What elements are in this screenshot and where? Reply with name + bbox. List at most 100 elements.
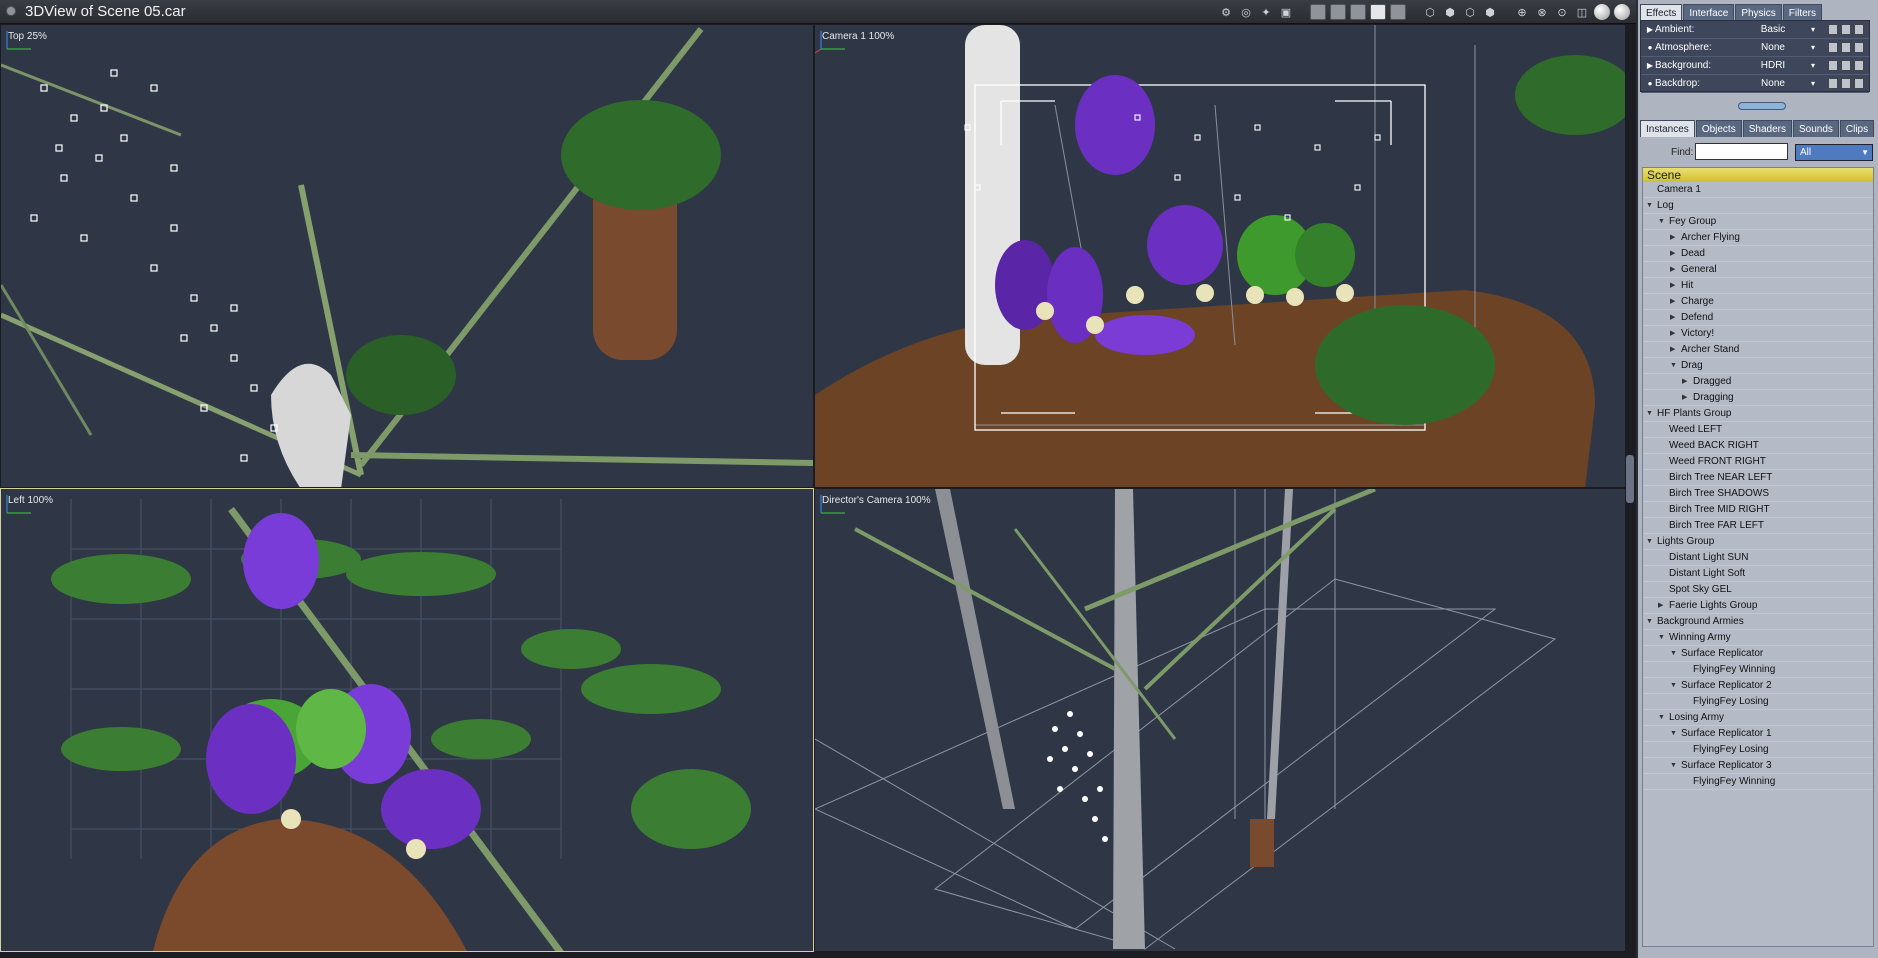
tree-item[interactable]: ▶ Archer Stand bbox=[1643, 342, 1873, 358]
close-icon[interactable] bbox=[6, 6, 16, 16]
effect-row-atmosphere[interactable]: ● Atmosphere: None ▾ bbox=[1641, 39, 1869, 57]
expand-triangle-icon[interactable]: ▶ bbox=[1670, 326, 1675, 342]
collapse-triangle-icon[interactable]: ▼ bbox=[1646, 614, 1653, 630]
expand-triangle-icon[interactable]: ▶ bbox=[1682, 390, 1687, 406]
camera-icon[interactable]: ◎ bbox=[1238, 4, 1254, 20]
panel-splitter-handle[interactable] bbox=[1738, 102, 1786, 110]
filter-select[interactable]: All ▼ bbox=[1795, 144, 1873, 161]
tree-item[interactable]: ▶ Dead bbox=[1643, 246, 1873, 262]
collapse-triangle-icon[interactable]: ▼ bbox=[1670, 758, 1677, 774]
edit-icon[interactable] bbox=[1828, 42, 1838, 53]
tree-item[interactable]: FlyingFey Losing bbox=[1643, 694, 1873, 710]
collapse-triangle-icon[interactable]: ▼ bbox=[1670, 726, 1677, 742]
layout-5-icon[interactable] bbox=[1390, 4, 1406, 20]
tree-item[interactable]: ▼ Surface Replicator 2 bbox=[1643, 678, 1873, 694]
tree-item[interactable]: Weed BACK RIGHT bbox=[1643, 438, 1873, 454]
delete-icon[interactable] bbox=[1854, 42, 1864, 53]
tab-sounds[interactable]: Sounds bbox=[1792, 120, 1839, 137]
save-icon[interactable] bbox=[1841, 24, 1851, 35]
tree-item[interactable]: Weed LEFT bbox=[1643, 422, 1873, 438]
chevron-down-icon[interactable]: ▾ bbox=[1811, 25, 1825, 34]
tree-item[interactable]: Spot Sky GEL bbox=[1643, 582, 1873, 598]
tree-item[interactable]: Weed FRONT RIGHT bbox=[1643, 454, 1873, 470]
tree-item[interactable]: ▶ Dragged bbox=[1643, 374, 1873, 390]
tree-item[interactable]: FlyingFey Winning bbox=[1643, 662, 1873, 678]
collapse-triangle-icon[interactable]: ▼ bbox=[1658, 630, 1665, 646]
tree-item[interactable]: ▶ Defend bbox=[1643, 310, 1873, 326]
tree-root-scene[interactable]: Scene bbox=[1643, 168, 1873, 182]
tree-item[interactable]: ▼ Log bbox=[1643, 198, 1873, 214]
tree-item[interactable]: ▶ Charge bbox=[1643, 294, 1873, 310]
tree-item[interactable]: ▼ Fey Group bbox=[1643, 214, 1873, 230]
layout-4-icon[interactable] bbox=[1370, 4, 1386, 20]
tree-item[interactable]: ▼ Winning Army bbox=[1643, 630, 1873, 646]
viewport-top[interactable]: Top 25% bbox=[0, 24, 814, 488]
tree-item[interactable]: ▶ Archer Flying bbox=[1643, 230, 1873, 246]
delete-icon[interactable] bbox=[1854, 78, 1864, 89]
tree-item[interactable]: ▼ Losing Army bbox=[1643, 710, 1873, 726]
expand-triangle-icon[interactable]: ▶ bbox=[1670, 278, 1675, 294]
tree-item[interactable]: Birch Tree SHADOWS bbox=[1643, 486, 1873, 502]
collapse-triangle-icon[interactable]: ▼ bbox=[1646, 534, 1653, 550]
collapse-triangle-icon[interactable]: ▼ bbox=[1646, 198, 1653, 214]
tree-item[interactable]: ▼ Surface Replicator 3 bbox=[1643, 758, 1873, 774]
tree-item[interactable]: ▶ Dragging bbox=[1643, 390, 1873, 406]
tab-instances[interactable]: Instances bbox=[1640, 120, 1695, 137]
collapse-triangle-icon[interactable]: ▼ bbox=[1658, 214, 1665, 230]
rotate-icon[interactable]: ⊗ bbox=[1534, 4, 1550, 20]
shading-3-icon[interactable]: ⬡ bbox=[1462, 4, 1478, 20]
tree-item[interactable]: Birch Tree FAR LEFT bbox=[1643, 518, 1873, 534]
expand-triangle-icon[interactable]: ▶ bbox=[1645, 25, 1655, 34]
effect-row-background[interactable]: ▶ Background: HDRI ▾ bbox=[1641, 57, 1869, 75]
tab-objects[interactable]: Objects bbox=[1695, 120, 1742, 137]
delete-icon[interactable] bbox=[1854, 60, 1864, 71]
tree-item[interactable]: ▶ Hit bbox=[1643, 278, 1873, 294]
viewport-left[interactable]: Left 100% bbox=[0, 488, 814, 952]
expand-triangle-icon[interactable]: ▶ bbox=[1658, 598, 1663, 614]
tree-item[interactable]: ▶ Faerie Lights Group bbox=[1643, 598, 1873, 614]
expand-triangle-icon[interactable]: ▶ bbox=[1670, 294, 1675, 310]
chevron-down-icon[interactable]: ▾ bbox=[1811, 43, 1825, 52]
expand-triangle-icon[interactable]: ▶ bbox=[1670, 310, 1675, 326]
effect-row-backdrop[interactable]: ● Backdrop: None ▾ bbox=[1641, 75, 1869, 93]
collapse-triangle-icon[interactable]: ▼ bbox=[1658, 710, 1665, 726]
scene-icon[interactable]: ⚙ bbox=[1218, 4, 1234, 20]
expand-triangle-icon[interactable]: ▶ bbox=[1682, 374, 1687, 390]
save-icon[interactable] bbox=[1841, 60, 1851, 71]
tree-item[interactable]: Distant Light Soft bbox=[1643, 566, 1873, 582]
tree-item[interactable]: ▼ Lights Group bbox=[1643, 534, 1873, 550]
layout-3-icon[interactable] bbox=[1350, 4, 1366, 20]
layout-2-icon[interactable] bbox=[1330, 4, 1346, 20]
tree-item[interactable]: ▼ Surface Replicator 1 bbox=[1643, 726, 1873, 742]
tab-effects[interactable]: Effects bbox=[1640, 4, 1683, 21]
viewport-splitter-handle[interactable] bbox=[1626, 455, 1634, 503]
save-icon[interactable] bbox=[1841, 78, 1851, 89]
move-icon[interactable]: ⊕ bbox=[1514, 4, 1530, 20]
edit-icon[interactable] bbox=[1828, 24, 1838, 35]
shading-4-icon[interactable]: ⬢ bbox=[1482, 4, 1498, 20]
delete-icon[interactable] bbox=[1854, 24, 1864, 35]
layout-1-icon[interactable] bbox=[1310, 4, 1326, 20]
tab-shaders[interactable]: Shaders bbox=[1742, 120, 1792, 137]
tree-item[interactable]: ▼ HF Plants Group bbox=[1643, 406, 1873, 422]
tree-item[interactable]: Camera 1 bbox=[1643, 182, 1873, 198]
effect-row-ambient[interactable]: ▶ Ambient: Basic ▾ bbox=[1641, 21, 1869, 39]
shading-2-icon[interactable]: ⬢ bbox=[1442, 4, 1458, 20]
collapse-triangle-icon[interactable]: ▼ bbox=[1646, 406, 1653, 422]
expand-triangle-icon[interactable]: ▶ bbox=[1645, 61, 1655, 70]
tree-item[interactable]: Birch Tree MID RIGHT bbox=[1643, 502, 1873, 518]
save-icon[interactable] bbox=[1841, 42, 1851, 53]
box-icon[interactable]: ◫ bbox=[1574, 4, 1590, 20]
collapse-triangle-icon[interactable]: ▼ bbox=[1670, 646, 1677, 662]
tab-filters[interactable]: Filters bbox=[1782, 4, 1822, 21]
render-icon[interactable]: ▣ bbox=[1278, 4, 1294, 20]
collapse-triangle-icon[interactable]: ▼ bbox=[1670, 358, 1677, 374]
sphere-lit-icon[interactable] bbox=[1614, 4, 1630, 20]
scale-icon[interactable]: ⊙ bbox=[1554, 4, 1570, 20]
expand-triangle-icon[interactable]: ▶ bbox=[1670, 230, 1675, 246]
chevron-down-icon[interactable]: ▾ bbox=[1811, 79, 1825, 88]
edit-icon[interactable] bbox=[1828, 78, 1838, 89]
tree-item[interactable]: Birch Tree NEAR LEFT bbox=[1643, 470, 1873, 486]
tree-item[interactable]: ▼ Drag bbox=[1643, 358, 1873, 374]
chevron-down-icon[interactable]: ▾ bbox=[1811, 61, 1825, 70]
